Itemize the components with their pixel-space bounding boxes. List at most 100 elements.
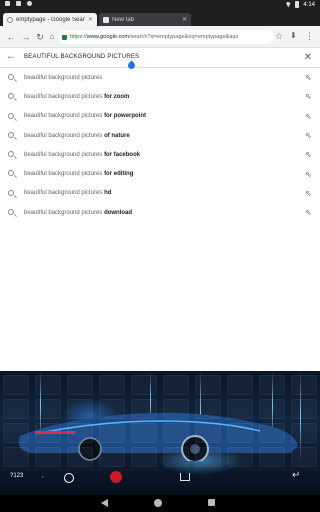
search-icon	[8, 189, 14, 196]
reload-icon[interactable]: ↻	[34, 31, 46, 43]
keyboard-key[interactable]	[131, 447, 157, 467]
keyboard-key[interactable]	[131, 423, 157, 443]
space-key[interactable]	[180, 473, 190, 481]
keyboard-key[interactable]	[3, 399, 29, 419]
arrow-up-left-icon[interactable]: ⇖	[305, 92, 312, 101]
keyboard-key[interactable]	[259, 447, 285, 467]
arrow-up-left-icon[interactable]: ⇖	[305, 131, 312, 140]
battery-icon	[295, 1, 300, 8]
nav-home-icon[interactable]	[154, 499, 162, 507]
emoji-icon[interactable]	[64, 473, 74, 483]
suggestion-item[interactable]: beautiful background pictures of nature ⇖	[0, 126, 320, 145]
keyboard-key[interactable]	[163, 423, 189, 443]
keyboard-key[interactable]	[131, 375, 157, 395]
keyboard-key[interactable]	[291, 399, 317, 419]
keyboard-key[interactable]	[3, 375, 29, 395]
arrow-back-icon[interactable]: ←	[5, 31, 17, 43]
notification-icon	[16, 1, 21, 6]
arrow-up-left-icon[interactable]: ⇖	[305, 73, 312, 82]
suggestion-text: beautiful background pictures hd	[24, 190, 112, 197]
page-favicon-icon	[103, 16, 109, 23]
keyboard-key[interactable]	[67, 423, 93, 443]
keyboard-key[interactable]	[163, 447, 189, 467]
keyboard-key[interactable]	[195, 423, 221, 443]
suggestion-item[interactable]: beautiful background pictures for editin…	[0, 164, 320, 183]
close-icon[interactable]: ✕	[304, 52, 312, 63]
tab-emptypage[interactable]: emptypage - Google Search ✕	[3, 13, 97, 26]
address-bar[interactable]: https://www.google.com/search?q=emptypag…	[58, 30, 274, 44]
keyboard-key[interactable]	[99, 447, 125, 467]
tab-new-tab[interactable]: New tab ✕	[99, 13, 191, 26]
keyboard-row	[0, 375, 320, 395]
search-icon	[8, 170, 14, 177]
keyboard-key[interactable]	[227, 375, 253, 395]
search-icon	[8, 112, 14, 119]
nav-back-icon[interactable]	[101, 499, 108, 507]
arrow-up-left-icon[interactable]: ⇖	[305, 208, 312, 217]
arrow-up-left-icon[interactable]: ⇖	[305, 150, 312, 159]
keyboard-key[interactable]	[163, 399, 189, 419]
home-icon[interactable]: ⌂	[46, 31, 58, 43]
suggestion-list: beautiful background pictures ⇖ beautiful …	[0, 68, 320, 222]
enter-icon[interactable]: ↵	[292, 470, 300, 481]
keyboard-key[interactable]	[99, 399, 125, 419]
keyboard-key[interactable]	[195, 375, 221, 395]
keyboard-key[interactable]	[291, 447, 317, 467]
comma-key[interactable]: ,	[42, 473, 44, 479]
keyboard-key[interactable]	[99, 375, 125, 395]
settings-icon	[5, 1, 10, 6]
arrow-up-left-icon[interactable]: ⇖	[305, 189, 312, 198]
keyboard-key[interactable]	[3, 447, 29, 467]
keyboard-key[interactable]	[259, 399, 285, 419]
keyboard-key[interactable]	[195, 447, 221, 467]
soft-keyboard: ?123 , ↵	[0, 371, 320, 495]
suggestion-text: beautiful background pictures	[24, 74, 103, 81]
browser-toolbar: ← → ↻ ⌂ https://www.google.com/search?q=…	[0, 26, 320, 48]
keyboard-key[interactable]	[35, 399, 61, 419]
keyboard-key[interactable]	[227, 423, 253, 443]
keyboard-key[interactable]	[195, 399, 221, 419]
keyboard-key[interactable]	[227, 447, 253, 467]
sync-icon	[27, 1, 32, 6]
keyboard-key[interactable]	[3, 423, 29, 443]
close-tab-icon[interactable]: ✕	[88, 16, 93, 23]
keyboard-key[interactable]	[35, 375, 61, 395]
suggestion-item[interactable]: beautiful background pictures hd ⇖	[0, 184, 320, 203]
arrow-up-left-icon[interactable]: ⇖	[305, 112, 312, 121]
keyboard-key[interactable]	[35, 423, 61, 443]
download-icon[interactable]: ⬇	[290, 31, 297, 40]
keyboard-key[interactable]	[291, 375, 317, 395]
nav-recents-icon[interactable]	[208, 499, 215, 506]
search-icon	[8, 209, 14, 216]
keyboard-key[interactable]	[99, 423, 125, 443]
keyboard-key[interactable]	[67, 399, 93, 419]
keyboard-key[interactable]	[163, 375, 189, 395]
voice-input-icon[interactable]	[110, 471, 122, 483]
keyboard-key[interactable]	[227, 399, 253, 419]
suggestion-item[interactable]: beautiful background pictures ⇖	[0, 68, 320, 87]
keyboard-key[interactable]	[67, 375, 93, 395]
arrow-back-icon[interactable]: ←	[6, 51, 16, 62]
keyboard-key[interactable]	[35, 447, 61, 467]
system-nav-bar	[0, 495, 320, 512]
keyboard-key[interactable]	[291, 423, 317, 443]
suggestion-text: beautiful background pictures of nature	[24, 132, 130, 139]
suggestion-item[interactable]: beautiful background pictures download ⇖	[0, 203, 320, 222]
arrow-forward-icon[interactable]: →	[20, 31, 32, 43]
star-icon[interactable]: ☆	[275, 31, 283, 42]
keyboard-key[interactable]	[67, 447, 93, 467]
keyboard-key[interactable]	[259, 423, 285, 443]
more-vert-icon[interactable]: ⋮	[305, 31, 314, 42]
suggestion-item[interactable]: beautiful background pictures for facebo…	[0, 145, 320, 164]
suggestion-item[interactable]: beautiful background pictures for powerp…	[0, 107, 320, 126]
symbols-key[interactable]: ?123	[10, 473, 23, 479]
search-icon	[8, 131, 14, 138]
keyboard-key[interactable]	[131, 399, 157, 419]
close-tab-icon[interactable]: ✕	[182, 16, 187, 23]
search-icon	[8, 74, 14, 80]
suggestion-item[interactable]: beautiful background pictures for zoom ⇖	[0, 87, 320, 106]
arrow-up-left-icon[interactable]: ⇖	[305, 170, 312, 179]
keyboard-key[interactable]	[259, 375, 285, 395]
search-input[interactable]: BEAUTIFUL BACKGROUND PICTURES	[24, 54, 139, 60]
clock: 4:14	[303, 1, 315, 8]
